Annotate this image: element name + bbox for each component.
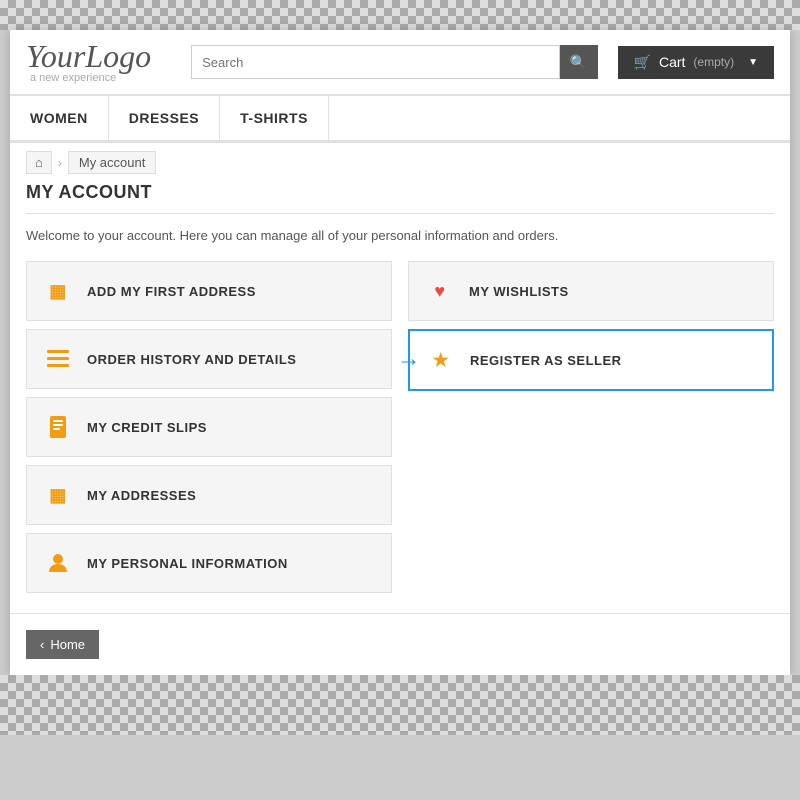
logo: YourLogo a new experience xyxy=(26,40,151,84)
page-content: MY ACCOUNT Welcome to your account. Here… xyxy=(10,182,790,613)
cart-label: Cart xyxy=(659,54,685,70)
breadcrumb-current[interactable]: My account xyxy=(68,151,156,174)
personal-info-label: MY PERSONAL INFORMATION xyxy=(87,556,288,571)
back-arrow-icon: ‹ xyxy=(40,637,44,652)
order-history-label: ORDER HISTORY AND DETAILS xyxy=(87,352,296,367)
cart-area: 🛒 Cart (empty) ▼ xyxy=(618,46,774,79)
nav-item-dresses[interactable]: DRESSES xyxy=(109,96,220,140)
order-icon xyxy=(43,344,73,374)
search-button[interactable]: 🔍 xyxy=(560,45,598,79)
nav-item-tshirts[interactable]: T-SHIRTS xyxy=(220,96,329,140)
breadcrumb: ⌂ › My account xyxy=(10,143,790,182)
breadcrumb-separator: › xyxy=(58,156,62,170)
footer-breadcrumb: ‹ Home xyxy=(10,613,790,675)
wishlist-icon: ♥ xyxy=(425,276,455,306)
breadcrumb-home[interactable]: ⌂ xyxy=(26,151,52,174)
register-as-seller-button[interactable]: ★ REGISTER AS SELLER xyxy=(408,329,774,391)
cart-button[interactable]: 🛒 Cart (empty) ▼ xyxy=(618,46,774,79)
credit-slips-icon xyxy=(43,412,73,442)
chevron-down-icon: ▼ xyxy=(748,57,758,68)
addresses-icon: ▦ xyxy=(43,480,73,510)
my-addresses-button[interactable]: ▦ MY ADDRESSES xyxy=(26,465,392,525)
home-button[interactable]: ‹ Home xyxy=(26,630,99,659)
search-area: 🔍 xyxy=(191,45,597,79)
search-icon: 🔍 xyxy=(570,54,587,71)
home-label: Home xyxy=(50,637,85,652)
cart-icon: 🛒 xyxy=(634,54,651,71)
my-wishlists-button[interactable]: ♥ MY WISHLISTS xyxy=(408,261,774,321)
my-wishlists-label: MY WISHLISTS xyxy=(469,284,569,299)
add-first-address-button[interactable]: ▦ ADD MY FIRST ADDRESS xyxy=(26,261,392,321)
personal-info-button[interactable]: MY PERSONAL INFORMATION xyxy=(26,533,392,593)
personal-info-icon xyxy=(43,548,73,578)
arrow-icon: → xyxy=(397,345,422,373)
credit-slips-label: MY CREDIT SLIPS xyxy=(87,420,207,435)
cart-status: (empty) xyxy=(693,55,734,69)
header: YourLogo a new experience 🔍 🛒 Cart (empt… xyxy=(10,30,790,95)
nav-item-women[interactable]: WOMEN xyxy=(10,96,109,140)
order-history-button[interactable]: ORDER HISTORY AND DETAILS → xyxy=(26,329,392,389)
left-column: ▦ ADD MY FIRST ADDRESS ORDER HISTORY AND… xyxy=(26,261,392,593)
credit-slips-button[interactable]: MY CREDIT SLIPS xyxy=(26,397,392,457)
add-first-address-label: ADD MY FIRST ADDRESS xyxy=(87,284,256,299)
search-input[interactable] xyxy=(191,45,559,79)
right-column: ♥ MY WISHLISTS ★ REGISTER AS SELLER xyxy=(408,261,774,391)
address-icon: ▦ xyxy=(43,276,73,306)
welcome-text: Welcome to your account. Here you can ma… xyxy=(26,228,774,243)
seller-icon: ★ xyxy=(426,345,456,375)
nav-bar: WOMEN DRESSES T-SHIRTS xyxy=(10,95,790,143)
page-title: MY ACCOUNT xyxy=(26,182,774,203)
register-as-seller-label: REGISTER AS SELLER xyxy=(470,353,622,368)
my-addresses-label: MY ADDRESSES xyxy=(87,488,196,503)
account-grid: ▦ ADD MY FIRST ADDRESS ORDER HISTORY AND… xyxy=(26,261,774,593)
logo-text: YourLogo xyxy=(26,40,151,72)
page-divider xyxy=(26,213,774,214)
